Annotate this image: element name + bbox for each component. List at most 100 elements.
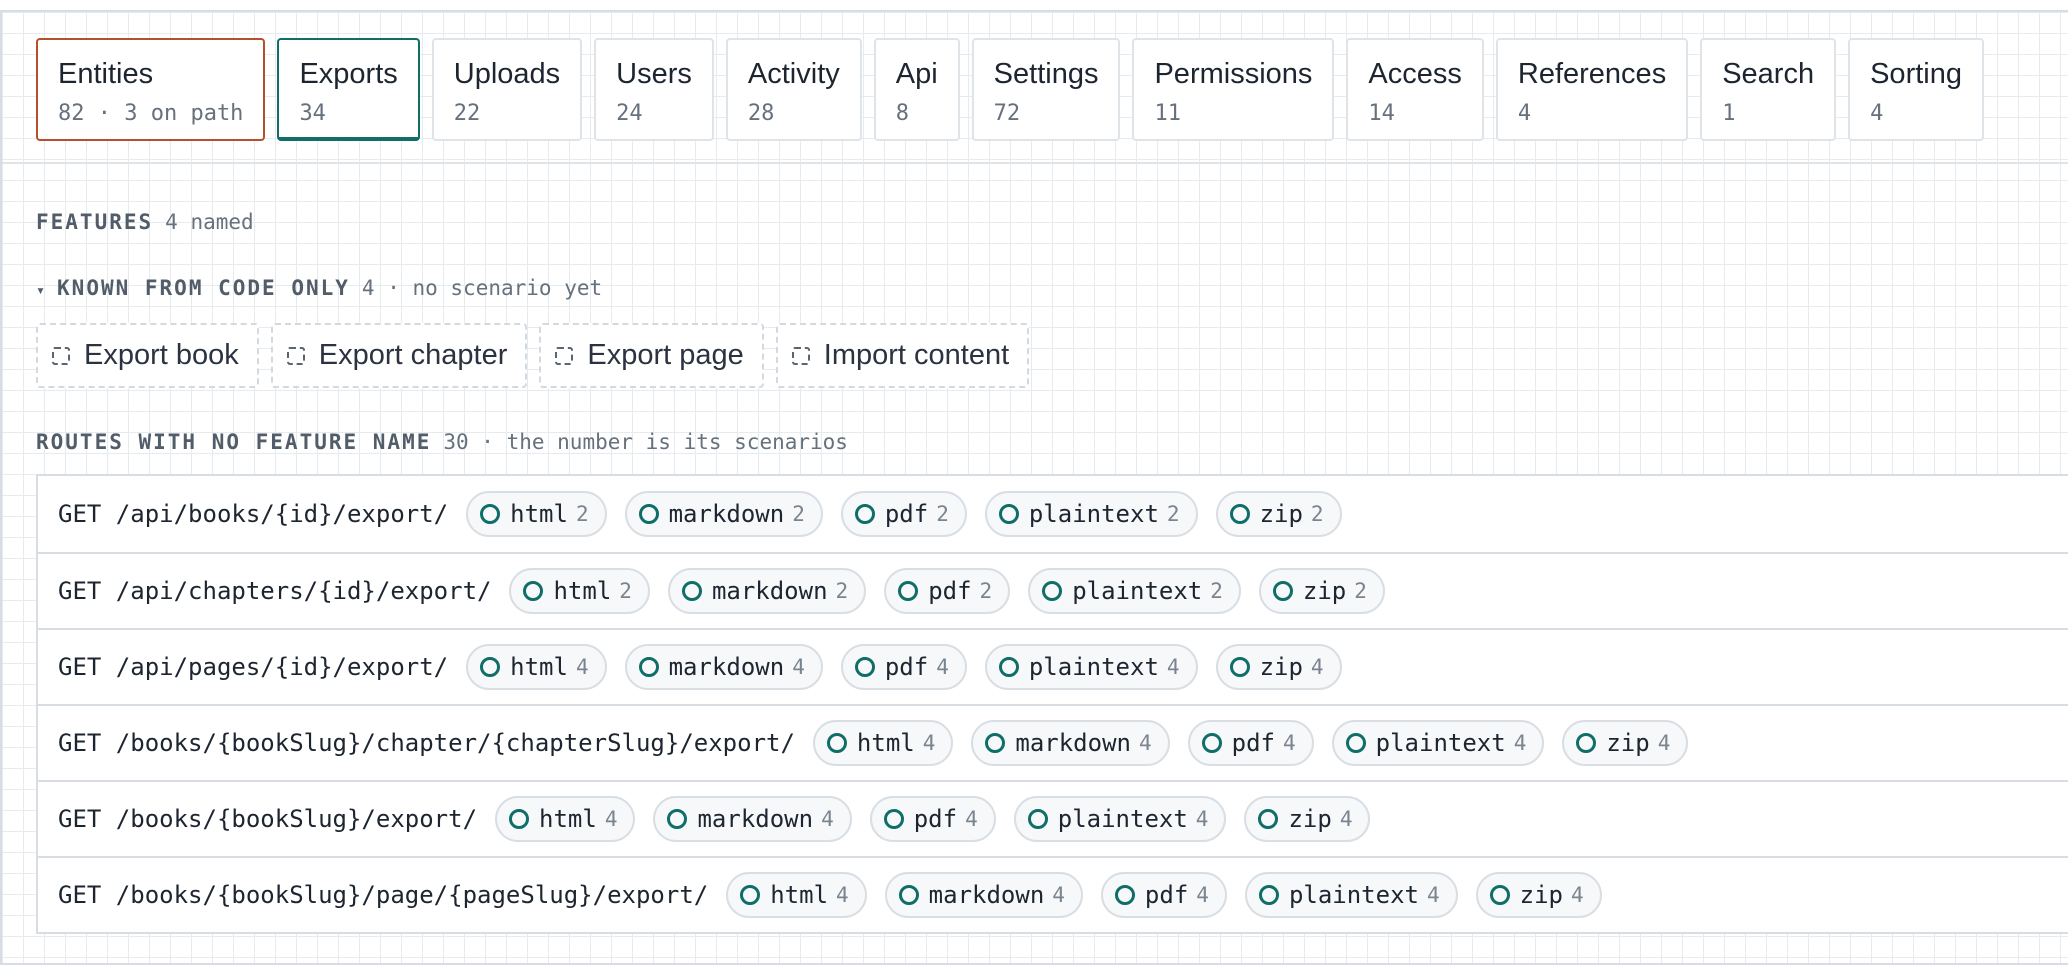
tab-count: 1 [1722,101,1736,126]
tab-access[interactable]: Access 14 [1346,38,1484,141]
scenario-count: 2 [979,579,993,603]
tab-activity[interactable]: Activity 28 [725,38,862,141]
feature-chip[interactable]: Export chapter [270,323,528,388]
known-meta: 4 · no scenario yet [361,276,603,300]
format-pill[interactable]: zip 2 [1215,491,1342,537]
scenario-count: 2 [1166,502,1180,526]
scenario-count: 2 [936,502,949,526]
scenario-count: 2 [575,502,589,526]
format-pill[interactable]: html 4 [466,644,607,690]
format-pill[interactable]: pdf 4 [869,796,996,842]
tab-name: Search [1722,58,1815,90]
format-pill[interactable]: html 4 [495,796,636,842]
circle-icon [1258,809,1279,829]
feature-chip[interactable]: Export book [36,323,259,388]
tab-users[interactable]: Users 24 [594,38,714,141]
tab-count: 72 [993,101,1021,126]
format-name: markdown [1015,729,1131,757]
format-pill[interactable]: plaintext 2 [1028,568,1241,614]
format-pill[interactable]: pdf 4 [840,644,967,690]
scenario-count: 4 [965,807,978,831]
format-name: zip [1259,500,1303,528]
format-pill[interactable]: markdown 4 [624,644,823,690]
format-pill[interactable]: plaintext 4 [1013,796,1227,842]
circle-icon [1489,885,1510,905]
format-pill[interactable]: markdown 4 [971,720,1170,766]
tab-permissions[interactable]: Permissions 11 [1132,38,1335,141]
format-name: zip [1519,881,1563,909]
format-pill[interactable]: pdf 2 [840,491,967,537]
scenario-count: 4 [821,807,834,831]
scenario-count: 4 [836,883,849,907]
format-name: zip [1288,805,1332,833]
feature-chip[interactable]: Export page [539,323,764,388]
scenario-count: 4 [1426,883,1440,907]
format-pill[interactable]: html 4 [726,872,867,918]
route-row: GET /books/{bookSlug}/page/{pageSlug}/ex… [38,856,2068,932]
format-pill[interactable]: pdf 4 [1187,720,1314,766]
circle-icon [523,581,544,601]
unnamed-meta: 30 · the number is its scenarios [443,430,848,454]
circle-icon [998,657,1019,677]
circle-icon [1042,581,1063,601]
tab-name: Sorting [1870,58,1962,90]
tab-name: Users [616,58,692,90]
tab-search[interactable]: Search 1 [1700,38,1837,141]
format-pill[interactable]: html 2 [509,568,650,614]
tab-sorting[interactable]: Sorting 4 [1848,38,1984,141]
circle-icon [1345,733,1366,753]
format-name: html [510,653,568,681]
format-name: html [770,881,829,909]
scenario-count: 4 [922,731,936,755]
scenario-count: 4 [936,655,949,679]
format-pill[interactable]: zip 4 [1244,796,1371,842]
tab-name: Exports [299,58,398,90]
format-pill[interactable]: html 4 [812,720,954,766]
format-pill[interactable]: markdown 4 [884,872,1083,918]
format-pill[interactable]: plaintext 4 [1331,720,1545,766]
tab-exports[interactable]: Exports 34 [277,38,420,141]
tab-count: 34 [299,101,326,126]
circle-icon [740,885,761,905]
scenario-count: 4 [1052,883,1065,907]
route-path: GET /api/chapters/{id}/export/ [58,577,492,605]
tab-uploads[interactable]: Uploads 22 [431,38,583,141]
scenario-count: 2 [1310,502,1324,526]
format-name: plaintext [1057,805,1188,833]
feature-chip[interactable]: Import content [775,323,1030,388]
tab-api[interactable]: Api 8 [873,38,960,141]
format-pill[interactable]: plaintext 2 [984,491,1198,537]
format-name: pdf [884,500,929,528]
format-pill[interactable]: zip 4 [1562,720,1689,766]
format-pill[interactable]: markdown 2 [667,568,867,614]
circle-icon [854,657,875,677]
circle-icon [883,809,904,829]
tab-name: Entities [58,58,154,90]
tab-name: References [1517,58,1667,90]
format-pill[interactable]: html 2 [466,491,607,537]
format-pill[interactable]: markdown 4 [653,796,852,842]
dashed-square-icon [791,346,810,365]
format-pill[interactable]: plaintext 4 [1244,872,1458,918]
circle-icon [1229,657,1250,677]
format-name: plaintext [1028,500,1159,528]
format-pill[interactable]: zip 2 [1258,568,1385,614]
circle-icon [854,504,875,524]
tab-entities[interactable]: Entities 82 · 3 on path [36,38,266,141]
format-pill[interactable]: zip 4 [1475,872,1602,918]
format-pill[interactable]: pdf 4 [1100,872,1227,918]
circle-icon [681,581,702,601]
tab-settings[interactable]: Settings 72 [971,38,1121,141]
tab-count: 11 [1154,101,1181,126]
route-path: GET /books/{bookSlug}/export/ [58,805,478,833]
tab-references[interactable]: References 4 [1495,38,1689,141]
scenario-count: 2 [1354,579,1367,603]
format-pill[interactable]: pdf 2 [884,568,1011,614]
format-pill[interactable]: plaintext 4 [984,644,1198,690]
features-label: FEATURES [36,210,154,234]
route-row: GET /api/pages/{id}/export/ html 4 markdo… [38,628,2068,704]
format-pill[interactable]: markdown 2 [624,491,823,537]
format-pill[interactable]: zip 4 [1215,644,1342,690]
known-from-code-toggle[interactable]: ▾ KNOWN FROM CODE ONLY 4 · no scenario yet [36,274,602,304]
tab-count: 28 [747,101,775,126]
